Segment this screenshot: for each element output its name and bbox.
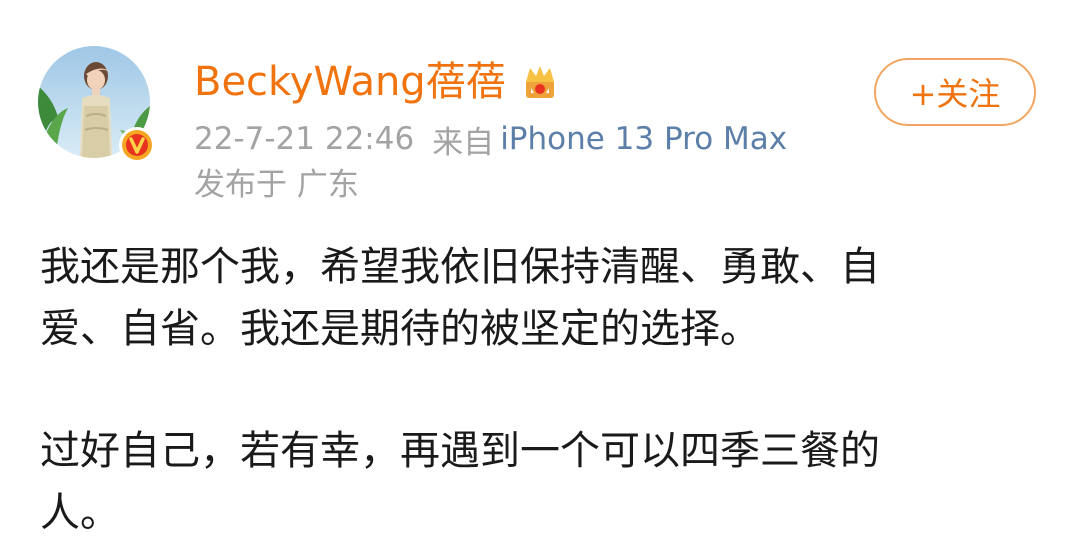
crown-icon[interactable] — [520, 62, 560, 102]
post-paragraph: 我还是那个我，希望我依旧保持清醒、勇敢、自 爱、自省。我还是期待的被坚定的选择。 — [40, 244, 880, 352]
avatar-container[interactable] — [38, 46, 156, 164]
weibo-post: BeckyWang蓓蓓 22-7-21 22:46 来自 iPhone 13 P… — [0, 0, 1076, 554]
author-name[interactable]: BeckyWang蓓蓓 — [194, 52, 506, 112]
author-row: BeckyWang蓓蓓 — [194, 52, 560, 112]
source-label: 来自 — [432, 124, 495, 161]
follow-button[interactable]: +关注 — [874, 58, 1036, 126]
post-content: 我还是那个我，希望我依旧保持清醒、勇敢、自 爱、自省。我还是期待的被坚定的选择。… — [40, 236, 1040, 544]
verified-badge-icon — [118, 126, 156, 164]
post-location: 发布于 广东 — [194, 167, 359, 203]
source-device-link[interactable]: iPhone 13 Pro Max — [500, 121, 787, 157]
post-date: 22-7-21 22:46 — [194, 121, 415, 157]
post-paragraph: 过好自己，若有幸，再遇到一个可以四季三餐的 人。 — [40, 428, 880, 536]
post-meta: 22-7-21 22:46 来自 iPhone 13 Pro Max — [194, 116, 787, 162]
